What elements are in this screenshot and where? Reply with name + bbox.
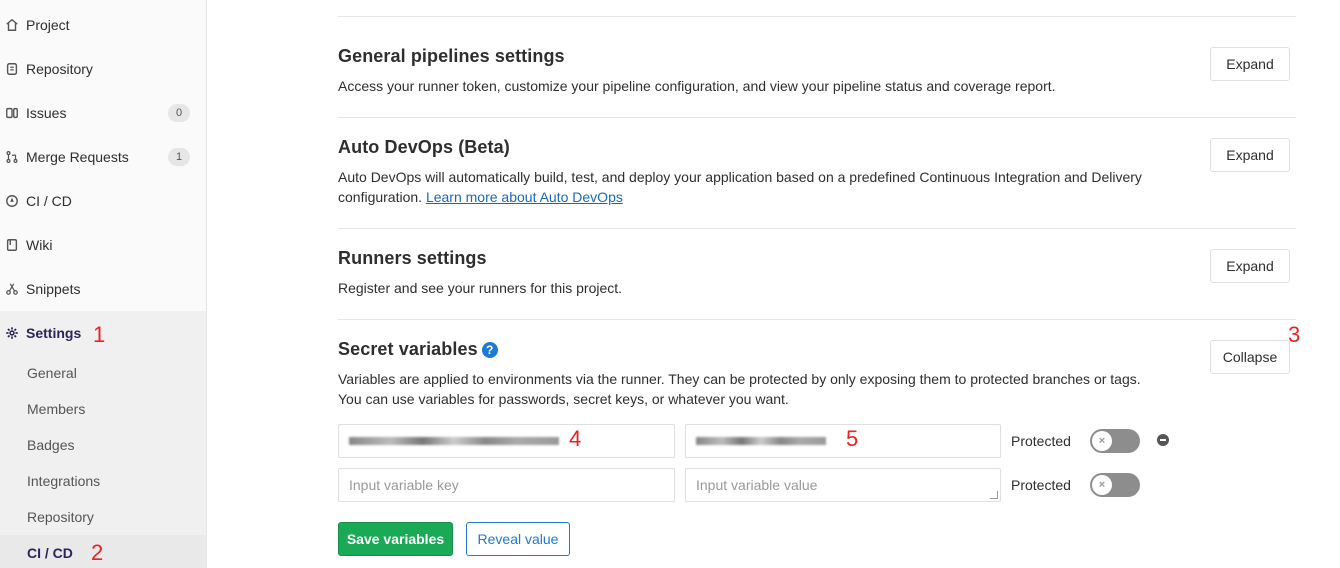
question-circle-icon[interactable]: ? [481,342,498,358]
merge-requests-count-badge: 1 [168,148,190,166]
sidebar-item-issues[interactable]: Issues 0 [0,91,206,135]
collapse-secret-variables-button[interactable]: Collapse [1210,340,1290,374]
book-icon [4,237,20,253]
sidebar-item-label: Wiki [26,237,53,253]
divider [338,228,1296,229]
resize-handle-icon[interactable] [990,491,998,499]
save-variables-button[interactable]: Save variables [338,522,453,556]
settings-sub-repository[interactable]: Repository [27,499,94,535]
expand-auto-devops-button[interactable]: Expand [1210,138,1290,172]
learn-more-auto-devops-link[interactable]: Learn more about Auto DevOps [426,189,623,205]
remove-variable-icon[interactable] [1157,434,1169,446]
sidebar: Project Repository Issues 0 Merge Reques… [0,0,207,568]
annotation-4: 4 [569,426,582,451]
protected-label: Protected [1011,477,1071,493]
merge-request-icon [4,149,20,165]
reveal-value-button[interactable]: Reveal value [466,522,570,556]
redacted-key-value [349,437,559,445]
section-title-general-pipelines: General pipelines settings [338,46,565,66]
auto-devops-desc-line1: Auto DevOps will automatically build, te… [338,169,1142,185]
document-icon [4,61,20,77]
close-icon: × [1092,475,1112,495]
annotation-1: 1 [93,322,106,347]
sidebar-item-label: Snippets [26,281,81,297]
section-desc-general-pipelines: Access your runner token, customize your… [338,78,1056,94]
new-variable-key-input[interactable]: Input variable key [338,468,675,502]
annotation-2: 2 [91,540,104,565]
variable-value-input[interactable] [685,424,1001,458]
sidebar-item-label: Repository [26,61,93,77]
variable-key-input[interactable] [338,424,675,458]
protected-toggle[interactable]: × [1090,429,1140,453]
issues-icon [4,105,20,121]
secret-desc-line2: You can use variables for passwords, sec… [338,391,789,407]
section-title-auto-devops: Auto DevOps (Beta) [338,137,510,157]
sidebar-item-label: Project [26,17,70,33]
sidebar-item-project[interactable]: Project [0,3,206,47]
sidebar-item-label: CI / CD [26,193,72,209]
sidebar-item-wiki[interactable]: Wiki [0,223,206,267]
secret-variables-title-text: Secret variables [338,339,478,359]
new-variable-value-textarea[interactable]: Input variable value [685,468,1001,502]
section-title-runners: Runners settings [338,248,487,268]
divider [338,16,1296,17]
issues-count-badge: 0 [168,104,190,122]
annotation-5: 5 [846,426,859,451]
sidebar-item-repository[interactable]: Repository [0,47,206,91]
close-icon: × [1092,431,1112,451]
sidebar-item-label: Merge Requests [26,149,129,165]
expand-general-pipelines-button[interactable]: Expand [1210,47,1290,81]
sidebar-item-ci-cd[interactable]: CI / CD [0,179,206,223]
protected-label: Protected [1011,433,1071,449]
section-desc-runners: Register and see your runners for this p… [338,280,623,296]
settings-sub-members[interactable]: Members [27,391,85,427]
auto-devops-desc-prefix: configuration. [338,189,426,205]
divider [338,319,1296,320]
expand-runners-button[interactable]: Expand [1210,249,1290,283]
settings-sub-ci-cd[interactable]: CI / CD [27,535,73,568]
section-desc-secret-variables: Variables are applied to environments vi… [338,369,1198,409]
section-title-secret-variables: Secret variables? [338,339,498,360]
divider [338,117,1296,118]
protected-toggle[interactable]: × [1090,473,1140,497]
sidebar-item-label: Settings [26,325,82,341]
rocket-icon [4,193,20,209]
home-icon [4,17,20,33]
section-desc-auto-devops: Auto DevOps will automatically build, te… [338,167,1198,207]
sidebar-item-label: Issues [26,105,67,121]
settings-sub-general[interactable]: General [27,355,77,391]
main-content: General pipelines settings Access your r… [207,0,1340,568]
scissors-icon [4,281,20,297]
sidebar-item-snippets[interactable]: Snippets [0,267,206,311]
settings-sub-badges[interactable]: Badges [27,427,74,463]
secret-desc-line1: Variables are applied to environments vi… [338,371,1141,387]
gear-icon [4,325,20,341]
redacted-variable-value [696,437,826,445]
settings-sub-integrations[interactable]: Integrations [27,463,100,499]
annotation-3: 3 [1288,322,1301,347]
new-variable-value-placeholder: Input variable value [696,477,818,493]
sidebar-item-merge-requests[interactable]: Merge Requests 1 [0,135,206,179]
